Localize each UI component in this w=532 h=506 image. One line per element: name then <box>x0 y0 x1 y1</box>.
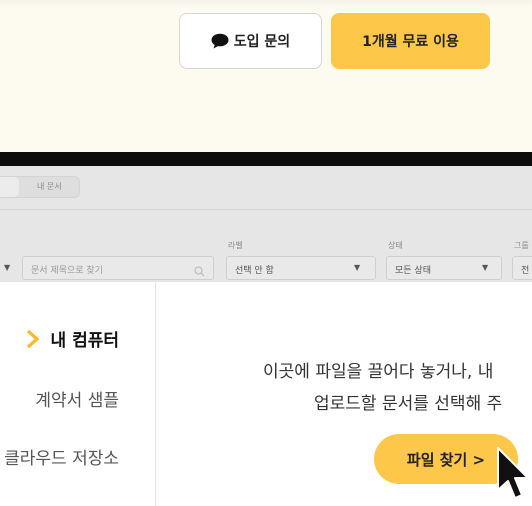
chevron-right-icon <box>25 329 41 349</box>
find-file-button-label: 파일 찾기 > <box>406 450 486 469</box>
view-toggle-active <box>0 177 19 197</box>
label-filter-value: 선택 안 함 <box>235 266 274 276</box>
dropdown-caret-icon: ▼ <box>354 263 361 272</box>
group-filter-value: 전 <box>521 266 530 276</box>
view-toggle[interactable]: 내 문서 <box>0 176 80 198</box>
source-contract-samples[interactable]: 계약서 샘플 <box>35 386 119 411</box>
label-filter-title: 라벨 <box>228 241 243 250</box>
source-my-computer[interactable]: 내 컴퓨터 <box>51 326 119 351</box>
group-filter-title: 그룹 <box>514 241 529 250</box>
mouse-cursor-icon <box>496 446 532 506</box>
device-frame-bar <box>0 152 532 166</box>
inquiry-button-label: 도입 문의 <box>233 34 291 50</box>
search-placeholder: 문서 제목으로 찾기 <box>31 266 103 276</box>
search-icon <box>194 262 205 281</box>
dropdown-caret-icon: ▼ <box>482 263 489 272</box>
drop-zone-instruction-1: 이곳에 파일을 끌어다 놓거나, 내 <box>263 362 494 382</box>
app-toolbar: 내 문서 <box>0 166 532 210</box>
dropdown-caret-icon: ▼ <box>4 263 11 272</box>
inquiry-button[interactable]: 도입 문의 <box>179 13 322 69</box>
free-trial-button[interactable]: 1개월 무료 이용 <box>331 13 490 69</box>
modal-divider <box>155 282 156 506</box>
free-trial-button-label: 1개월 무료 이용 <box>362 34 459 50</box>
drop-zone-instruction-2: 업로드할 문서를 선택해 주 <box>314 394 503 414</box>
status-filter-value: 모든 상태 <box>395 266 431 276</box>
source-cloud-storage[interactable]: 클라우드 저장소 <box>4 444 119 469</box>
chat-bubble-icon <box>211 33 229 49</box>
group-filter-select[interactable]: 전 <box>512 256 532 280</box>
status-filter-title: 상태 <box>388 241 403 250</box>
document-search-input[interactable]: 문서 제목으로 찾기 <box>22 256 214 280</box>
my-documents-tab[interactable]: 내 문서 <box>37 181 62 192</box>
